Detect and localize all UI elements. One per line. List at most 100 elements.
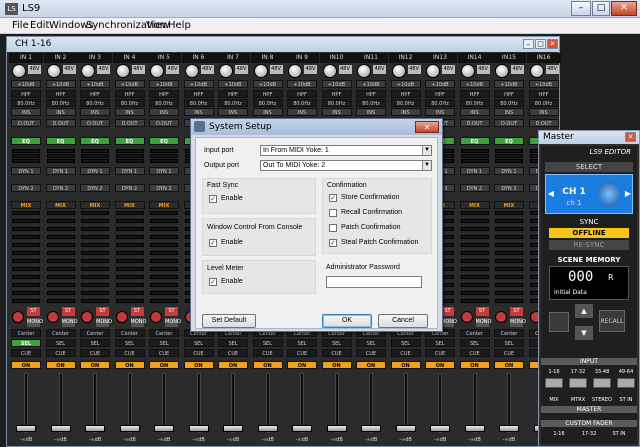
menu-edit[interactable]: Edit xyxy=(30,20,49,31)
mix-send-slot[interactable] xyxy=(460,251,489,255)
fader-track[interactable] xyxy=(265,373,270,433)
scene-up-icon[interactable]: ▲ xyxy=(575,304,593,318)
ins-button[interactable]: INS xyxy=(149,108,179,116)
mix-send-slot[interactable] xyxy=(115,235,144,239)
dout-button[interactable]: D.OUT xyxy=(45,119,76,127)
fader-track[interactable] xyxy=(369,373,373,433)
bank-label[interactable]: STEREO xyxy=(591,396,613,404)
pan-knob[interactable] xyxy=(81,311,93,323)
mix-send-slot[interactable] xyxy=(150,243,178,247)
gain-knob[interactable] xyxy=(150,64,164,78)
hpf-button[interactable]: HPF xyxy=(183,90,214,98)
hpf-button[interactable]: HPF xyxy=(11,90,41,98)
set-default-button[interactable]: Set Default xyxy=(202,314,256,328)
prev-channel-icon[interactable]: ◀ xyxy=(547,189,555,198)
pan-knob[interactable] xyxy=(46,311,59,323)
hpf-button[interactable]: HPF xyxy=(494,90,524,98)
channel-window-minimize[interactable]: – xyxy=(523,39,534,49)
pan-knob[interactable] xyxy=(495,311,507,323)
mix-send-slot[interactable] xyxy=(81,251,109,255)
fader-track[interactable] xyxy=(24,373,28,433)
steal-patch-confirmation-checkbox[interactable]: ✓ xyxy=(329,239,337,247)
on-button[interactable]: ON xyxy=(494,361,524,369)
gain-knob[interactable] xyxy=(12,64,26,78)
dout-button[interactable]: D.OUT xyxy=(459,119,490,127)
ins-button[interactable]: INS xyxy=(45,108,76,116)
bank-label[interactable]: ST IN xyxy=(615,396,637,404)
dyn1-button[interactable]: DYN 1 xyxy=(149,167,179,175)
ok-button[interactable]: OK xyxy=(322,314,372,328)
mix-send-slot[interactable] xyxy=(495,299,523,303)
ins-button[interactable]: INS xyxy=(390,108,421,116)
on-button[interactable]: ON xyxy=(183,361,214,369)
mix-send-slot[interactable] xyxy=(495,291,523,295)
cue-button[interactable]: CUE xyxy=(425,349,455,357)
on-button[interactable]: ON xyxy=(218,361,248,369)
mix-send-slot[interactable] xyxy=(150,283,178,287)
cue-button[interactable]: CUE xyxy=(321,349,352,357)
fader-handle[interactable] xyxy=(326,425,347,432)
phantom-button[interactable]: 48V xyxy=(511,65,524,74)
cue-button[interactable]: CUE xyxy=(494,349,524,357)
mix-send-slot[interactable] xyxy=(46,275,75,279)
mix-send-slot[interactable] xyxy=(12,283,40,287)
cue-button[interactable]: CUE xyxy=(218,349,248,357)
mix-send-slot[interactable] xyxy=(150,251,178,255)
phantom-button[interactable]: 48V xyxy=(200,65,214,74)
mix-send-slot[interactable] xyxy=(12,267,40,271)
mono-button[interactable]: MONO xyxy=(475,318,491,327)
mix-send-slot[interactable] xyxy=(495,211,523,215)
sel-button[interactable]: SEL xyxy=(321,339,352,347)
pan-knob[interactable] xyxy=(460,311,473,323)
on-button[interactable]: ON xyxy=(425,361,455,369)
gain-knob[interactable] xyxy=(426,64,440,78)
fader-track[interactable] xyxy=(58,373,63,433)
gain-knob[interactable] xyxy=(460,64,475,78)
sel-button[interactable]: SEL xyxy=(459,339,490,347)
mix-send-slot[interactable] xyxy=(115,211,144,215)
phantom-button[interactable]: 48V xyxy=(373,65,386,74)
fader-track[interactable] xyxy=(334,373,339,433)
mix-send-slot[interactable] xyxy=(12,243,40,247)
dout-button[interactable]: D.OUT xyxy=(494,119,524,127)
cue-button[interactable]: CUE xyxy=(80,349,110,357)
fast-sync-checkbox[interactable]: ✓ xyxy=(209,195,217,203)
pan-knob[interactable] xyxy=(115,311,128,323)
st-button[interactable]: ST xyxy=(27,307,40,316)
ins-button[interactable]: INS xyxy=(218,108,248,116)
mix-send-slot[interactable] xyxy=(12,227,40,231)
input-bank-button[interactable] xyxy=(569,378,587,388)
mix-send-slot[interactable] xyxy=(12,275,40,279)
channel-window-maximize[interactable]: □ xyxy=(535,39,546,49)
on-button[interactable]: ON xyxy=(459,361,490,369)
mix-send-slot[interactable] xyxy=(495,219,523,223)
cue-button[interactable]: CUE xyxy=(356,349,386,357)
input-bank-button[interactable] xyxy=(593,378,611,388)
on-button[interactable]: ON xyxy=(149,361,179,369)
menu-view[interactable]: View xyxy=(146,20,170,31)
mix-send-slot[interactable] xyxy=(115,251,144,255)
sel-button[interactable]: SEL xyxy=(252,339,283,347)
mono-button[interactable]: MONO xyxy=(165,318,181,327)
mix-send-slot[interactable] xyxy=(46,251,75,255)
select-button[interactable]: SELECT xyxy=(545,162,633,172)
mix-send-slot[interactable] xyxy=(495,275,523,279)
mix-send-slot[interactable] xyxy=(81,235,109,239)
gain-knob[interactable] xyxy=(322,64,337,78)
mix-send-slot[interactable] xyxy=(12,259,40,263)
mix-send-slot[interactable] xyxy=(46,219,75,223)
mix-send-slot[interactable] xyxy=(81,299,109,303)
mix-send-slot[interactable] xyxy=(12,299,40,303)
recall-button[interactable]: RECALL xyxy=(599,310,625,332)
minimize-button[interactable]: – xyxy=(571,1,591,16)
sel-button[interactable]: SEL xyxy=(287,339,317,347)
sel-button[interactable]: SEL xyxy=(494,339,524,347)
mix-send-slot[interactable] xyxy=(46,267,75,271)
mix-send-slot[interactable] xyxy=(115,219,144,223)
ins-button[interactable]: INS xyxy=(528,108,559,116)
custom-fader-bank[interactable]: ST IN xyxy=(605,430,633,438)
menu-file[interactable]: File xyxy=(12,20,29,31)
phantom-button[interactable]: 48V xyxy=(97,65,110,74)
resync-button[interactable]: RE-SYNC xyxy=(549,240,629,250)
phantom-button[interactable]: 48V xyxy=(166,65,179,74)
